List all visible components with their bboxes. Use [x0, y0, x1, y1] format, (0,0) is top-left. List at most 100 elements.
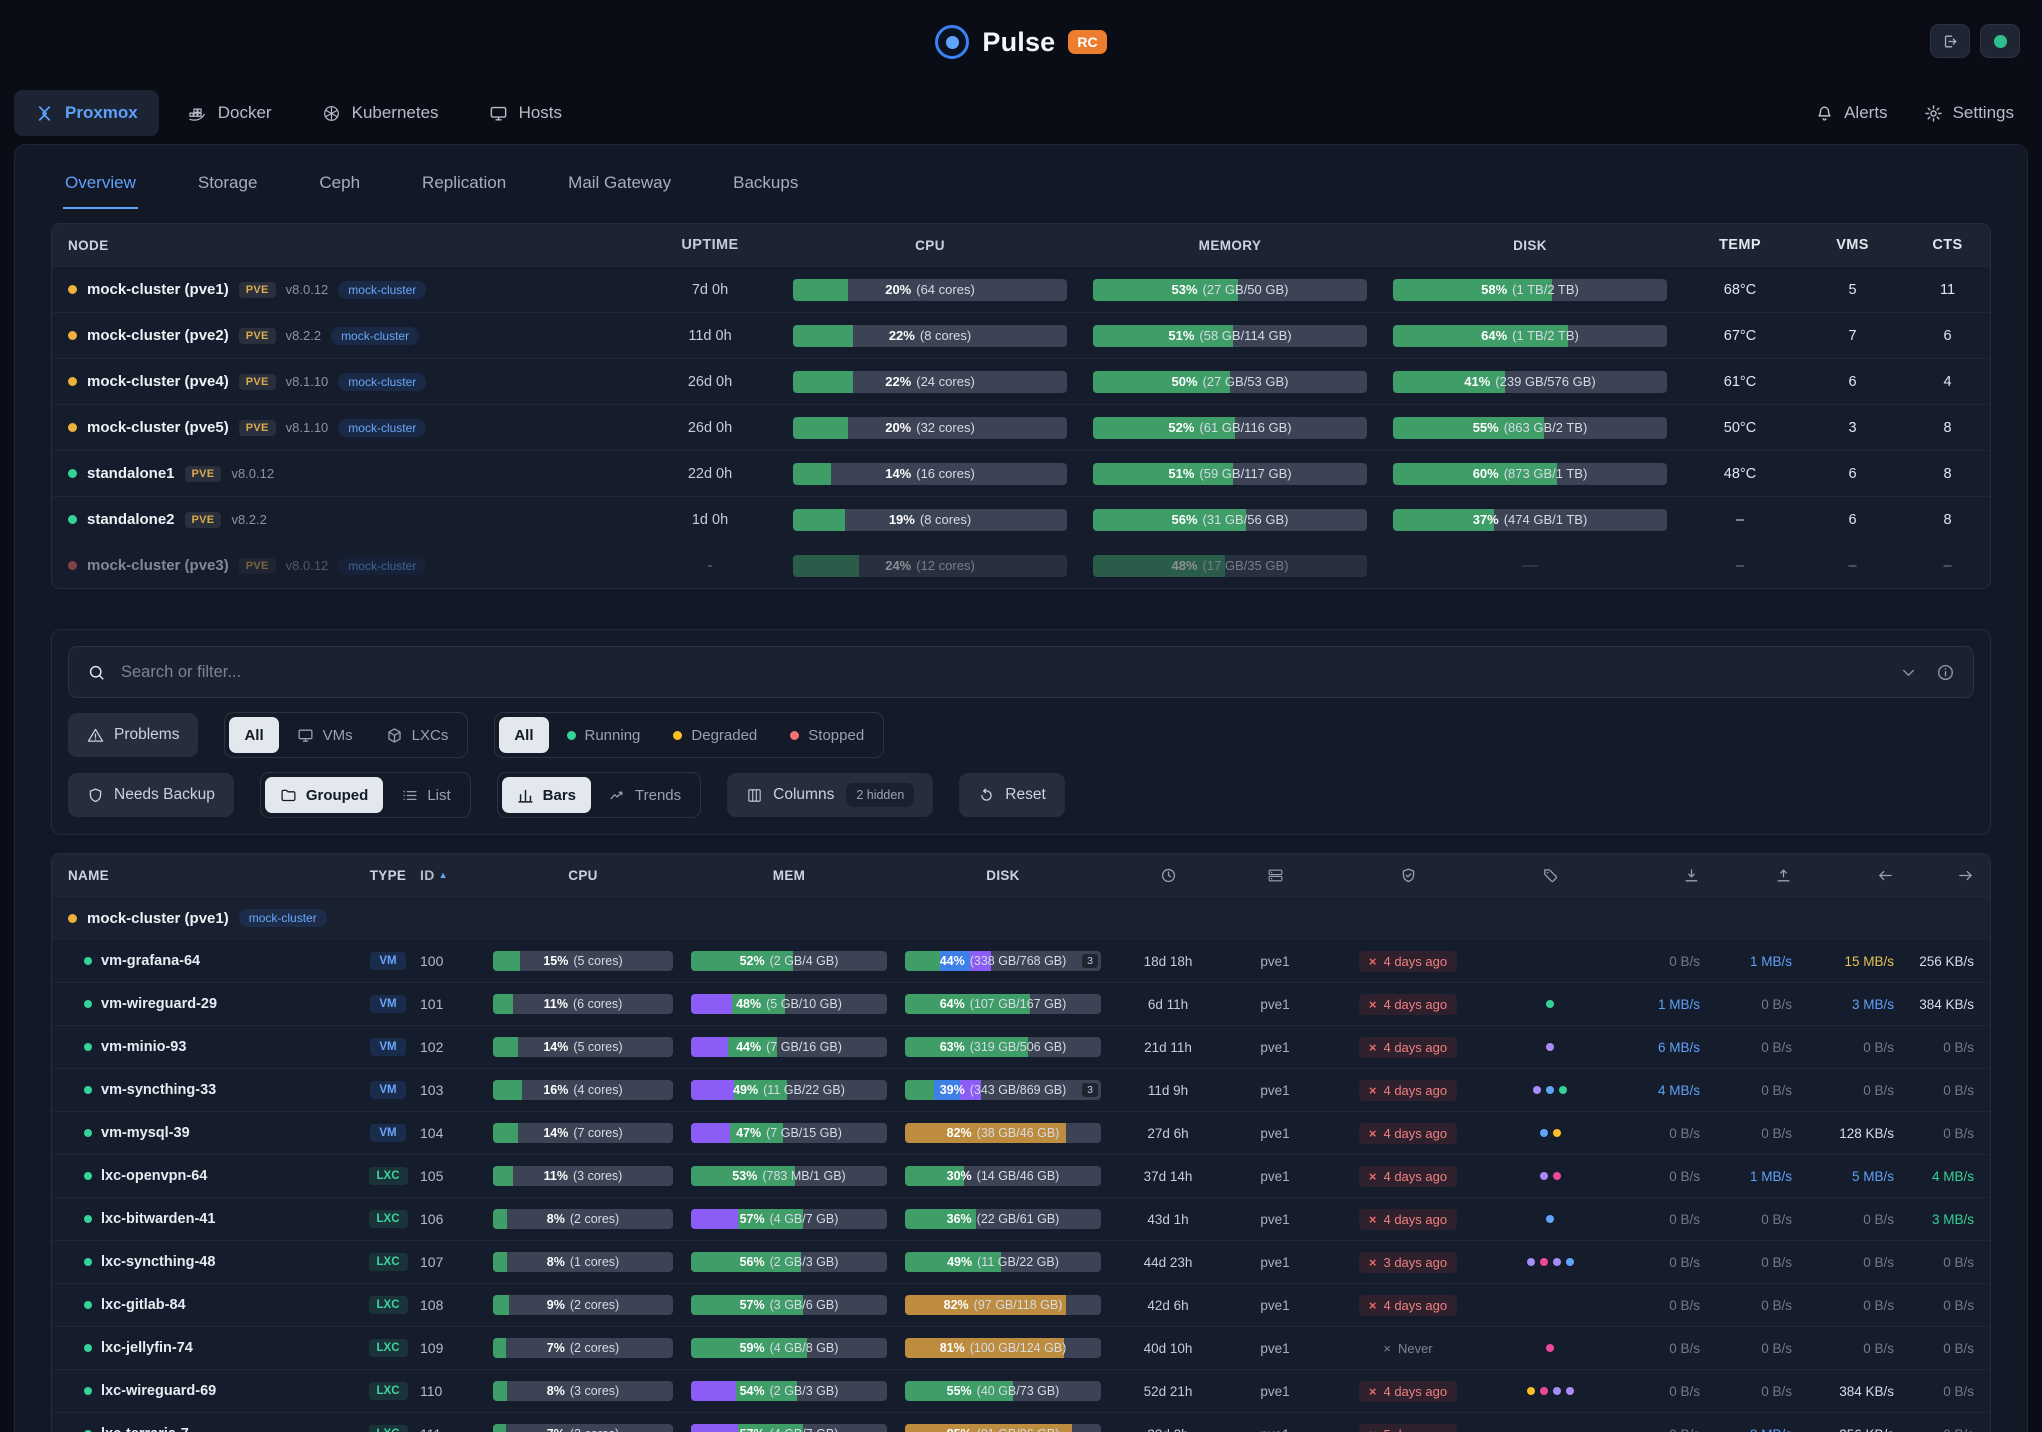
- node-row[interactable]: mock-cluster (pve4)PVEv8.1.10mock-cluste…: [52, 358, 1990, 404]
- logout-button[interactable]: [1930, 24, 1970, 58]
- guest-row[interactable]: lxc-wireguard-69LXC1108%(3 cores)54%(2 G…: [52, 1369, 1990, 1412]
- bar-detail: (97 GB/118 GB): [974, 1298, 1063, 1312]
- subtab-replication[interactable]: Replication: [420, 169, 508, 209]
- guest-type-filter-option-lxcs[interactable]: LXCs: [371, 717, 464, 753]
- bar-detail: (11 GB/22 GB): [977, 1255, 1059, 1269]
- view-mode-toggle-option-grouped[interactable]: Grouped: [265, 777, 384, 813]
- info-icon[interactable]: [1936, 663, 1955, 682]
- column-header-net-out[interactable]: [1894, 867, 1990, 884]
- column-header-disk-write[interactable]: [1700, 867, 1792, 884]
- column-header-node[interactable]: NODE: [52, 238, 640, 253]
- bar-text: 8%(1 cores): [493, 1252, 673, 1272]
- guest-row[interactable]: lxc-bitwarden-41LXC1068%(2 cores)57%(4 G…: [52, 1197, 1990, 1240]
- guest-row[interactable]: vm-minio-93VM10214%(5 cores)44%(7 GB/16 …: [52, 1025, 1990, 1068]
- bar-text: 49%(11 GB/22 GB): [905, 1252, 1101, 1272]
- guest-row[interactable]: lxc-syncthing-48LXC1078%(1 cores)56%(2 G…: [52, 1240, 1990, 1283]
- guest-node: pve1: [1226, 1040, 1324, 1055]
- guest-row[interactable]: vm-syncthing-33VM10316%(4 cores)49%(11 G…: [52, 1068, 1990, 1111]
- node-group-header[interactable]: mock-cluster (pve1)mock-cluster: [52, 896, 1990, 939]
- guest-row[interactable]: lxc-gitlab-84LXC1089%(2 cores)57%(3 GB/6…: [52, 1283, 1990, 1326]
- node-row[interactable]: mock-cluster (pve2)PVEv8.2.2mock-cluster…: [52, 312, 1990, 358]
- columns-button[interactable]: Columns2 hidden: [727, 773, 933, 817]
- guest-row[interactable]: vm-mysql-39VM10414%(7 cores)47%(7 GB/15 …: [52, 1111, 1990, 1154]
- column-header-name[interactable]: NAME: [52, 868, 356, 883]
- bar-detail: (3 GB/6 GB): [770, 1298, 839, 1312]
- column-header-net-in[interactable]: [1792, 867, 1894, 884]
- node-name: mock-cluster (pve1): [87, 281, 229, 298]
- guest-row[interactable]: vm-grafana-64VM10015%(5 cores)52%(2 GB/4…: [52, 939, 1990, 982]
- guest-row[interactable]: vm-wireguard-29VM10111%(6 cores)48%(5 GB…: [52, 982, 1990, 1025]
- needs-backup-filter-button[interactable]: Needs Backup: [68, 773, 234, 817]
- guest-row[interactable]: lxc-jellyfin-74LXC1097%(2 cores)59%(4 GB…: [52, 1326, 1990, 1369]
- guest-name: vm-grafana-64: [101, 953, 200, 969]
- node-name: mock-cluster (pve5): [87, 419, 229, 436]
- node-row[interactable]: standalone2PVEv8.2.21d 0h19%(8 cores)56%…: [52, 496, 1990, 542]
- node-uptime: -: [640, 558, 780, 574]
- column-header-memory[interactable]: MEMORY: [1080, 238, 1380, 253]
- node-row[interactable]: standalone1PVEv8.0.1222d 0h14%(16 cores)…: [52, 450, 1990, 496]
- type-badge: LXC: [369, 1382, 408, 1400]
- column-header-cts[interactable]: CTS: [1905, 237, 1990, 253]
- column-header-temp[interactable]: TEMP: [1680, 237, 1800, 253]
- guest-status-filter-option-degraded[interactable]: Degraded: [658, 717, 772, 753]
- node-name: mock-cluster (pve2): [87, 327, 229, 344]
- column-header-backup[interactable]: [1324, 867, 1492, 884]
- column-header-cpu[interactable]: CPU: [780, 238, 1080, 253]
- search-input[interactable]: [119, 662, 1886, 683]
- nav-tab-docker[interactable]: Docker: [167, 90, 293, 136]
- column-header-mem[interactable]: MEM: [682, 868, 896, 883]
- column-header-disk[interactable]: DISK: [896, 868, 1110, 883]
- guest-status-filter-option-stopped[interactable]: Stopped: [775, 717, 879, 753]
- node-row[interactable]: mock-cluster (pve3)PVEv8.0.12mock-cluste…: [52, 542, 1990, 588]
- settings-button[interactable]: Settings: [1924, 103, 2014, 123]
- column-header-id[interactable]: ID▲: [420, 867, 484, 883]
- column-header-cpu[interactable]: CPU: [484, 868, 682, 883]
- node-row[interactable]: mock-cluster (pve5)PVEv8.1.10mock-cluste…: [52, 404, 1990, 450]
- guest-type-filter-option-all[interactable]: All: [229, 717, 278, 753]
- column-header-type[interactable]: TYPE: [356, 868, 420, 883]
- connection-status-button[interactable]: [1980, 24, 2020, 58]
- problems-filter-button[interactable]: Problems: [68, 713, 198, 757]
- node-vm-count: 6: [1800, 466, 1905, 482]
- guest-status-filter-option-all[interactable]: All: [499, 717, 548, 753]
- guest-status-filter-option-running[interactable]: Running: [552, 717, 656, 753]
- bar-detail: (319 GB/506 GB): [970, 1040, 1067, 1054]
- nav-tab-proxmox[interactable]: Proxmox: [14, 90, 159, 136]
- cpu-usage-bar: 24%(12 cores): [793, 555, 1067, 577]
- nav-tab-kubernetes[interactable]: Kubernetes: [301, 90, 460, 136]
- reset-button[interactable]: Reset: [959, 773, 1065, 817]
- display-mode-toggle-option-bars[interactable]: Bars: [502, 777, 591, 813]
- nav-tab-hosts[interactable]: Hosts: [468, 90, 583, 136]
- view-mode-toggle-option-list[interactable]: List: [386, 777, 465, 813]
- guest-memory-cell: 48%(5 GB/10 GB): [682, 994, 896, 1014]
- trends-icon: [609, 787, 626, 804]
- chevron-down-icon[interactable]: [1899, 663, 1918, 682]
- sort-ascending-icon: ▲: [439, 870, 448, 880]
- column-header-disk[interactable]: DISK: [1380, 238, 1680, 253]
- guest-type-filter-option-vms[interactable]: VMs: [282, 717, 368, 753]
- column-header-vms[interactable]: VMS: [1800, 237, 1905, 253]
- subtab-backups[interactable]: Backups: [731, 169, 800, 209]
- alerts-button[interactable]: Alerts: [1815, 103, 1887, 123]
- column-header-node[interactable]: [1226, 867, 1324, 884]
- subtab-overview[interactable]: Overview: [63, 169, 138, 209]
- column-header-uptime[interactable]: [1110, 867, 1226, 884]
- node-disk-cell: 60%(873 GB/1 TB): [1380, 463, 1680, 485]
- guest-id: 104: [420, 1125, 484, 1141]
- guest-row[interactable]: lxc-openvpn-64LXC10511%(3 cores)53%(783 …: [52, 1154, 1990, 1197]
- guest-cpu-cell: 14%(7 cores): [484, 1123, 682, 1143]
- subtab-storage[interactable]: Storage: [196, 169, 260, 209]
- bar-text: 24%(12 cores): [793, 555, 1067, 577]
- subtab-ceph[interactable]: Ceph: [317, 169, 362, 209]
- disk-read-rate: 0 B/s: [1608, 1255, 1700, 1270]
- column-header-tags[interactable]: [1492, 867, 1608, 884]
- column-header-uptime[interactable]: UPTIME: [640, 237, 780, 253]
- node-row[interactable]: mock-cluster (pve1)PVEv8.0.12mock-cluste…: [52, 266, 1990, 312]
- guest-name: lxc-openvpn-64: [101, 1168, 207, 1184]
- subtab-mail-gateway[interactable]: Mail Gateway: [566, 169, 673, 209]
- guest-row[interactable]: lxc-terraria-7LXC1117%(2 cores)57%(4 GB/…: [52, 1412, 1990, 1432]
- brand: Pulse RC: [935, 25, 1106, 59]
- column-header-disk-read[interactable]: [1608, 867, 1700, 884]
- guest-cpu-cell: 9%(2 cores): [484, 1295, 682, 1315]
- display-mode-toggle-option-trends[interactable]: Trends: [594, 777, 696, 813]
